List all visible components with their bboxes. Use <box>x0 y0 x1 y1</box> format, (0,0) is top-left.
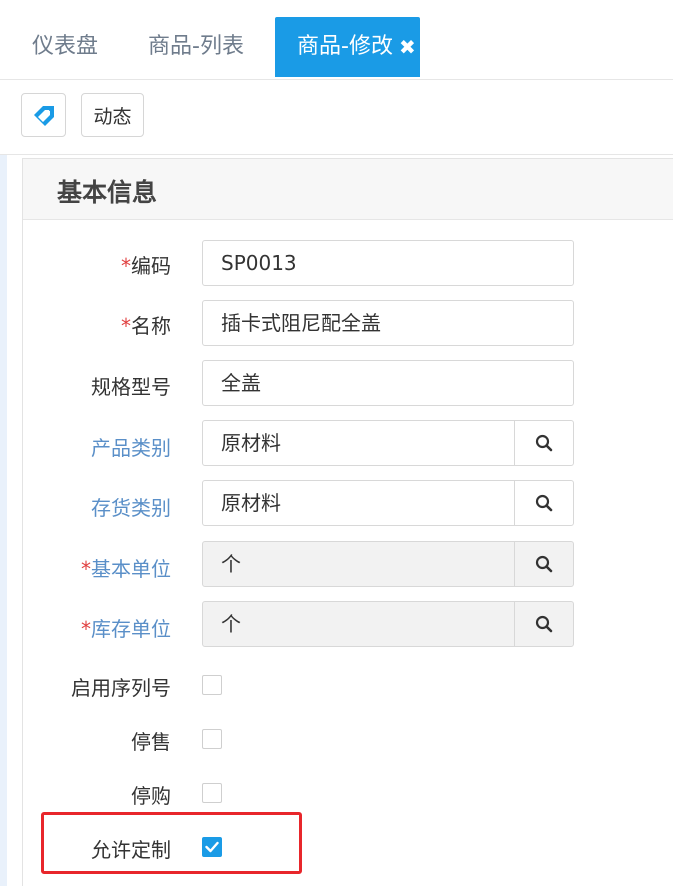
enable-serial-label: 启用序列号 <box>71 676 171 700</box>
panel-header: 基本信息 <box>23 159 673 220</box>
required-mark: * <box>81 617 91 641</box>
product-category-search-button[interactable] <box>514 420 574 466</box>
tab-product-list[interactable]: 商品-列表 <box>148 17 244 77</box>
stop-purchase-label: 停购 <box>131 784 171 808</box>
close-icon[interactable]: ✖ <box>399 17 416 77</box>
spec-input[interactable]: 全盖 <box>202 360 574 406</box>
toolbar: 动态 <box>0 80 673 155</box>
product-category-input[interactable]: 原材料 <box>202 420 515 466</box>
code-input[interactable]: SP0013 <box>202 240 574 286</box>
base-unit-search-button[interactable] <box>514 541 574 587</box>
tab-product-edit[interactable]: 商品-修改 ✖ <box>275 17 420 77</box>
allow-custom-checkbox[interactable] <box>202 837 222 857</box>
required-mark: * <box>121 314 131 338</box>
stock-unit-input[interactable]: 个 <box>202 601 515 647</box>
name-label: *名称 <box>121 310 171 339</box>
tab-product-edit-label: 商品-修改 <box>297 34 393 59</box>
tab-bar: 仪表盘 商品-列表 商品-修改 ✖ <box>0 0 673 80</box>
check-icon <box>205 841 219 853</box>
code-label: *编码 <box>121 250 171 279</box>
dynamic-button[interactable]: 动态 <box>81 93 144 137</box>
inventory-category-input[interactable]: 原材料 <box>202 480 515 526</box>
allow-custom-label: 允许定制 <box>91 838 171 862</box>
tag-button[interactable] <box>21 93 66 137</box>
inventory-category-search-button[interactable] <box>514 480 574 526</box>
stop-purchase-checkbox[interactable] <box>202 783 222 803</box>
tab-dashboard[interactable]: 仪表盘 <box>32 17 98 77</box>
name-input[interactable]: 插卡式阻尼配全盖 <box>202 300 574 346</box>
spec-label: 规格型号 <box>91 375 171 399</box>
enable-serial-checkbox[interactable] <box>202 675 222 695</box>
stop-sale-checkbox[interactable] <box>202 729 222 749</box>
stock-unit-label-text: 库存单位 <box>91 617 171 641</box>
required-mark: * <box>121 254 131 278</box>
tag-icon <box>33 106 54 126</box>
search-icon <box>535 615 553 633</box>
inventory-category-label[interactable]: 存货类别 <box>91 492 171 521</box>
search-icon <box>535 434 553 452</box>
stop-sale-label: 停售 <box>131 730 171 754</box>
base-unit-label[interactable]: *基本单位 <box>81 553 171 582</box>
left-accent-strip <box>0 155 7 886</box>
product-category-label[interactable]: 产品类别 <box>91 432 171 461</box>
base-unit-label-text: 基本单位 <box>91 557 171 581</box>
base-unit-input[interactable]: 个 <box>202 541 515 587</box>
search-icon <box>535 555 553 573</box>
stock-unit-search-button[interactable] <box>514 601 574 647</box>
panel-title: 基本信息 <box>57 178 158 207</box>
stock-unit-label[interactable]: *库存单位 <box>81 613 171 642</box>
search-icon <box>535 494 553 512</box>
name-label-text: 名称 <box>131 314 171 338</box>
code-label-text: 编码 <box>131 254 171 278</box>
required-mark: * <box>81 557 91 581</box>
